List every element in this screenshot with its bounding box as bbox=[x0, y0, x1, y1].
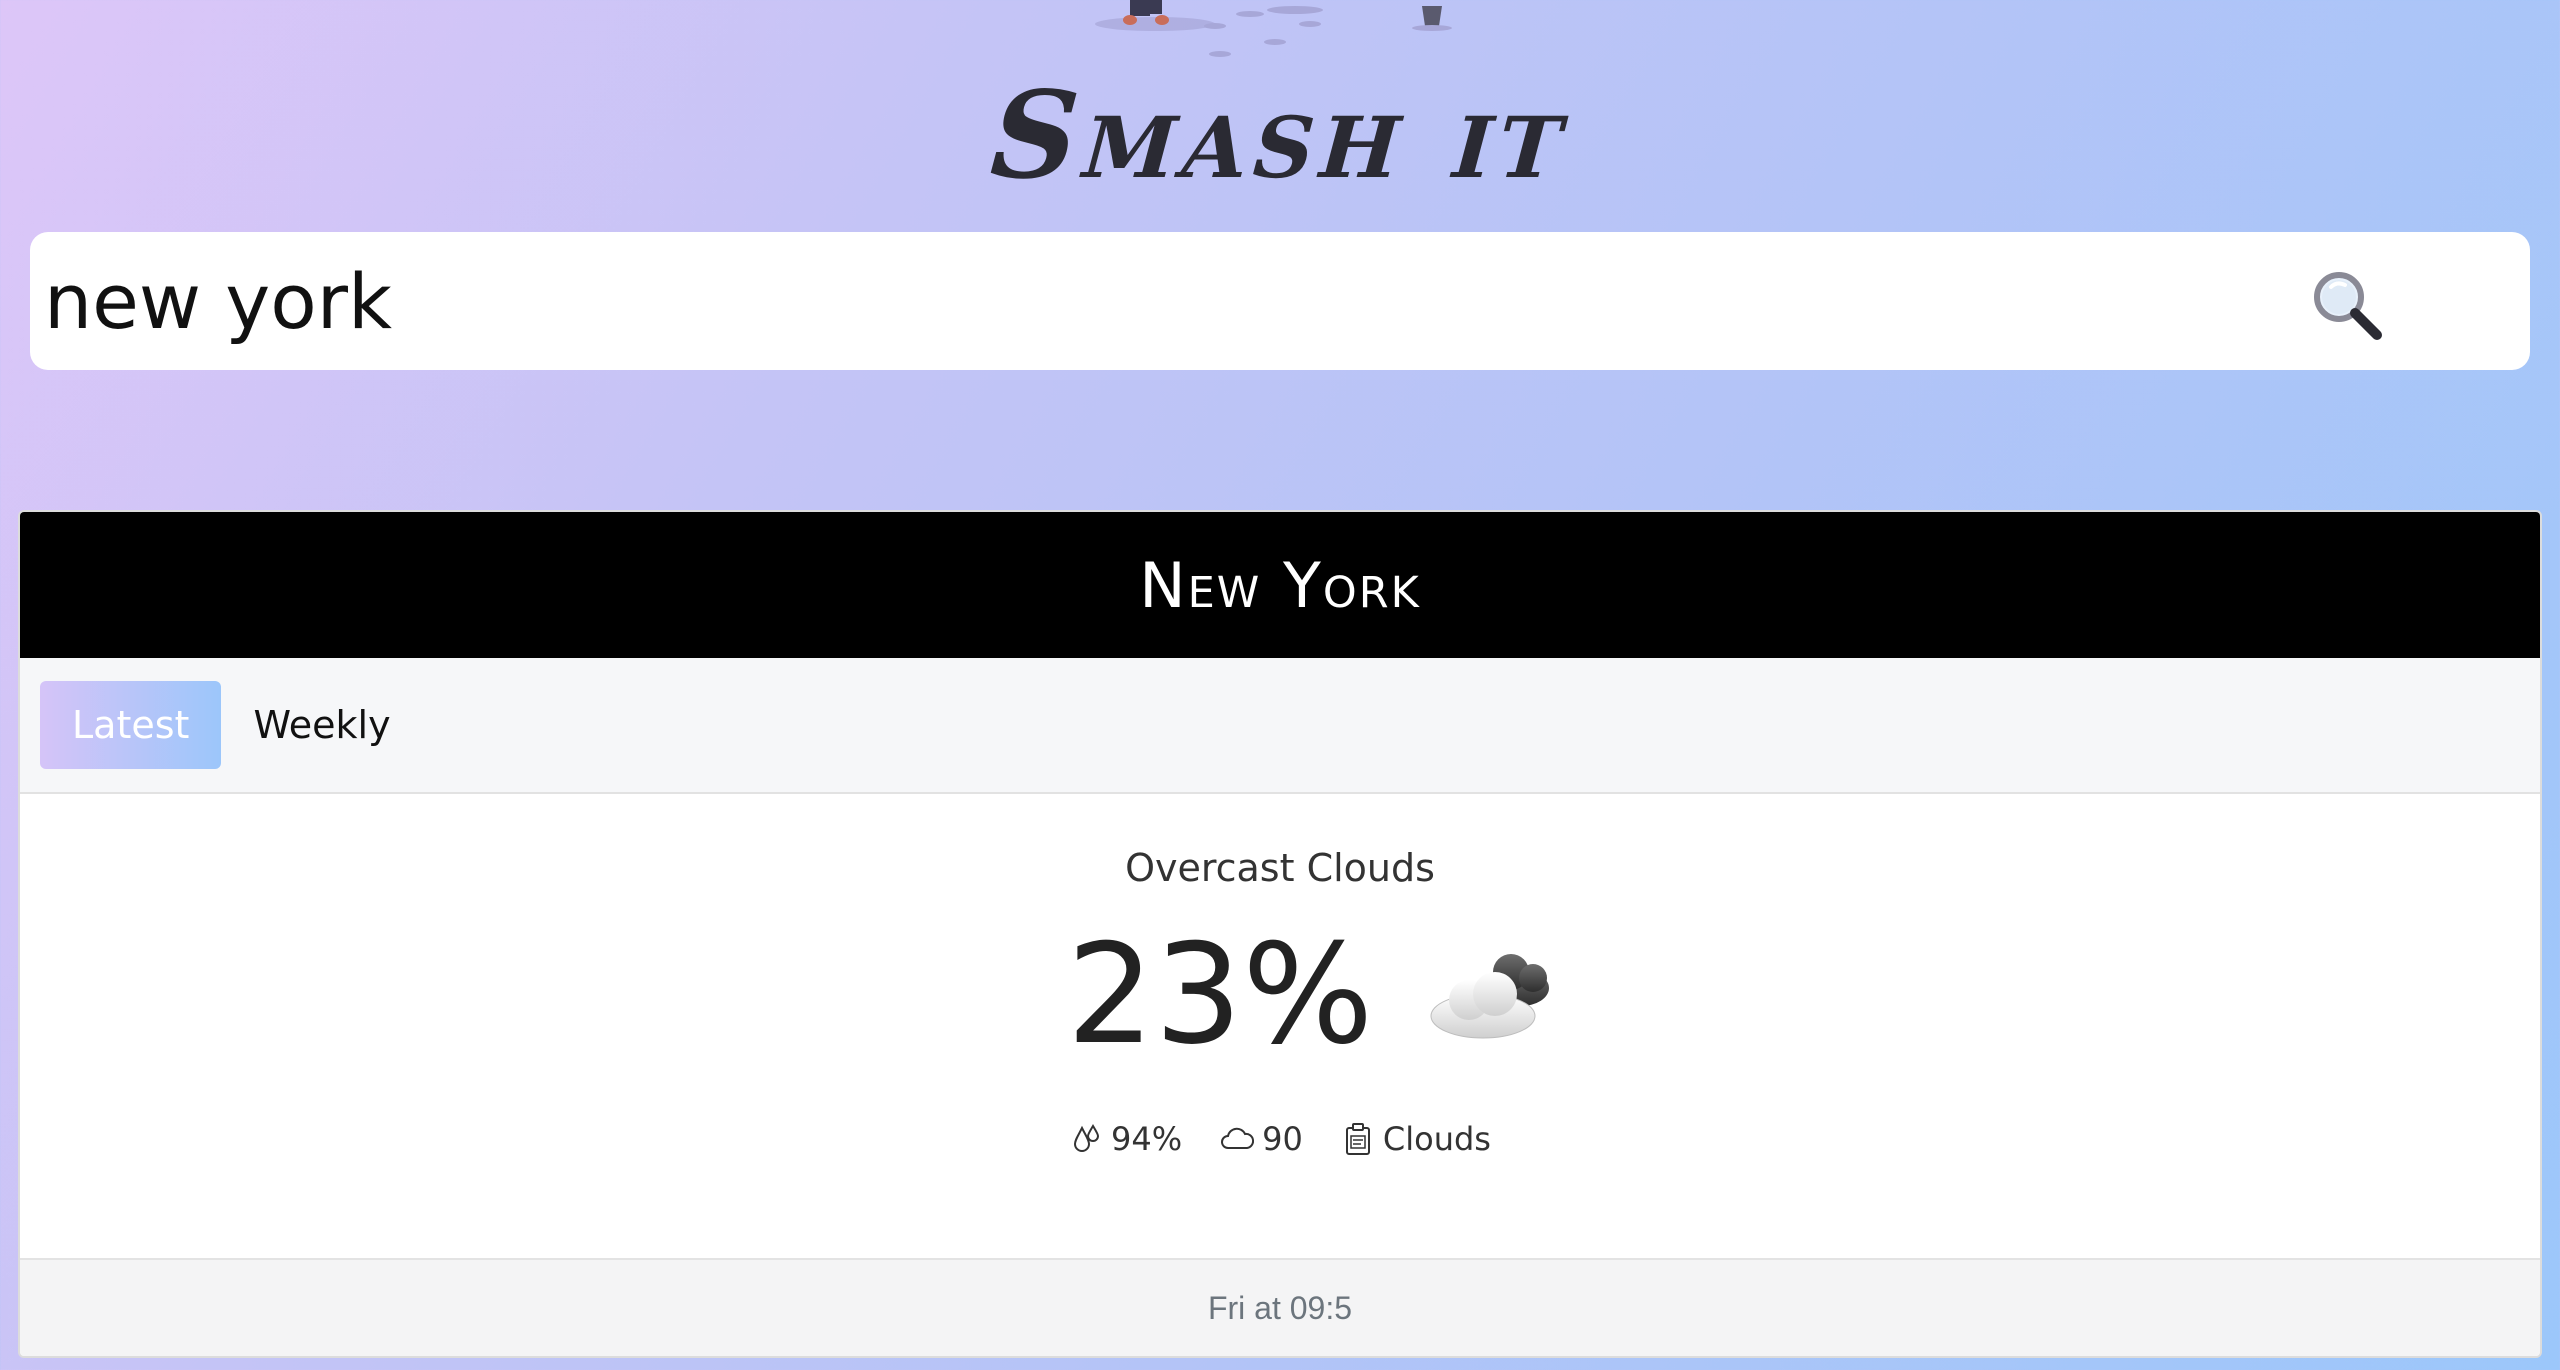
clipboard-icon bbox=[1345, 1123, 1370, 1155]
cloud-outline-icon bbox=[1221, 1127, 1255, 1149]
search-input[interactable] bbox=[30, 232, 2230, 370]
droplets-icon bbox=[1074, 1124, 1100, 1152]
temperature-value: 23% bbox=[1066, 914, 1374, 1075]
brand-title: Smash it bbox=[986, 65, 1574, 206]
city-name: New York bbox=[1139, 548, 1421, 622]
magnifier-icon bbox=[2314, 272, 2382, 340]
condition-value: Clouds bbox=[1382, 1120, 1491, 1158]
temperature-row: 23% bbox=[20, 914, 2540, 1075]
tab-latest[interactable]: Latest bbox=[40, 681, 222, 769]
stats-row: 94% 90 Clouds bbox=[20, 1120, 2540, 1158]
condition-stat: Clouds bbox=[1341, 1120, 1491, 1158]
card-footer: Fri at 09:5 bbox=[20, 1258, 2540, 1356]
search-button[interactable] bbox=[2302, 260, 2392, 350]
card-header: New York bbox=[20, 512, 2540, 658]
header-illustration bbox=[1095, 0, 1452, 57]
tabs-row: Latest Weekly bbox=[20, 658, 2540, 794]
weather-description: Overcast Clouds bbox=[1125, 846, 1435, 890]
cloud-icon bbox=[1430, 953, 1550, 1038]
humidity-stat: 94% bbox=[1069, 1120, 1182, 1158]
search-bar bbox=[30, 232, 2530, 370]
card-body: Overcast Clouds 23% 94% 90 Clouds bbox=[20, 794, 2540, 1260]
weather-card: New York Latest Weekly Overcast Clouds 2… bbox=[18, 510, 2542, 1358]
tab-weekly[interactable]: Weekly bbox=[253, 681, 422, 769]
clouds-value: 90 bbox=[1262, 1120, 1303, 1158]
timestamp: Fri at 09:5 bbox=[1207, 1289, 1353, 1326]
clouds-stat: 90 bbox=[1220, 1120, 1303, 1158]
humidity-value: 94% bbox=[1111, 1120, 1183, 1158]
